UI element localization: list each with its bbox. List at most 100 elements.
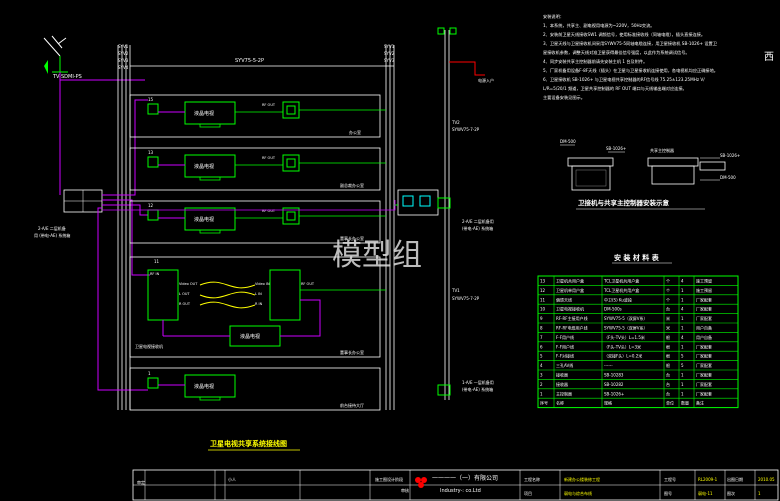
r-in-label: R IN: [255, 302, 263, 306]
materials-cell: 4: [540, 363, 543, 368]
power-label: 电源入户: [478, 77, 494, 83]
materials-cell: 个: [666, 297, 670, 302]
materials-footer-cell: 规格: [604, 400, 612, 406]
materials-cell: 厂家配套: [696, 353, 712, 359]
materials-cell: 6: [540, 344, 543, 349]
rf-out-label: RF OUT: [262, 103, 276, 107]
outlet-number: 12: [148, 203, 154, 208]
materials-cell: SB-10283: [604, 373, 624, 378]
materials-cell: RF-RF电缆用户线: [556, 325, 588, 331]
bus-label-4: SYV4: [118, 65, 129, 70]
materials-cell: ------: [604, 363, 613, 368]
install-label: DM-500: [560, 139, 576, 144]
tv-label: 液晶电视: [194, 383, 214, 390]
rf-in-label: RF IN: [150, 272, 160, 276]
tb-person: 小人: [228, 476, 236, 482]
materials-cell: 卫星机共用户盒: [556, 278, 584, 284]
video-out-label: Video OUT: [179, 282, 198, 286]
materials-cell: DM-500s: [604, 307, 622, 312]
tb-project-label: 工程名称: [524, 476, 540, 482]
install-notes: 安装说明： 1、本系统，共享主、副电视用电源为~220V，50Hz交流。 2、安…: [543, 13, 718, 101]
note-line: 1、本系统，共享主、副电视用电源为~220V，50Hz交流。: [543, 22, 654, 29]
materials-cell: 4: [681, 279, 684, 284]
materials-title: 安 装 材 料 表: [614, 253, 660, 262]
l-in-label: L IN: [255, 292, 262, 296]
materials-footer-cell: 单位: [666, 400, 674, 406]
materials-cell: 1: [681, 297, 684, 302]
trunk-cable-label: SYV75-5-2P: [235, 58, 264, 64]
rbus-label-3: SYV3: [384, 58, 395, 63]
materials-cell: SYWV75-5（双屏V系）: [604, 325, 648, 331]
materials-cell: 7: [540, 335, 543, 340]
materials-cell: 4: [681, 335, 684, 340]
materials-cell: 厂家配套: [696, 343, 712, 349]
install-label: DM-500: [720, 175, 736, 180]
tb-scale: 1: [758, 491, 761, 496]
materials-cell: SYWV75-5（双屏V系）: [604, 315, 648, 321]
diagram-title: 卫星电视共享系统接线图: [210, 439, 287, 448]
note-line: L/R=5/20/1 频道，卫星共享控制器的 RF OUT 端口与天线输出端对应…: [543, 85, 687, 92]
materials-cell: 用户自备: [696, 325, 712, 331]
materials-cell: 卫星机单用户盒: [556, 287, 584, 293]
trunk-bus: [117, 45, 395, 410]
materials-cell: 三孔AV线: [556, 362, 573, 368]
materials-cell: 9: [540, 316, 543, 321]
materials-cell: 11: [540, 297, 546, 302]
tv-label: 液晶电视: [194, 110, 214, 117]
tb-review: 审核: [401, 487, 409, 493]
materials-cell: 1: [681, 316, 684, 321]
outlet-number: 1: [148, 371, 151, 376]
tb-approve: 审定: [137, 479, 145, 485]
materials-cell: 厂家配套: [696, 306, 712, 312]
materials-cell: 用户自备: [696, 334, 712, 340]
rbus-label-2: SYV2: [384, 51, 395, 56]
receiver-room-label: 卫星电视接收机: [135, 343, 163, 349]
materials-cell: 中卫(S) Ku波段: [604, 296, 632, 302]
tb-stage: 施工图设计阶段: [375, 476, 403, 482]
materials-cell: TCL卫星机共用户盒: [603, 287, 639, 293]
materials-cell: 2: [540, 382, 543, 387]
floor-12-box: 液晶电视 12 RF OUT 董事长办公室: [129, 200, 386, 244]
tb-drawing: 弱电与综合布线: [564, 490, 592, 496]
materials-cell: 1: [681, 326, 684, 331]
tv-label: 液晶电视: [240, 333, 260, 340]
cable-tv2-label: SYWV75-7-2P: [452, 127, 480, 132]
tb-project: 新建办公楼装修工程: [564, 476, 600, 482]
tb-drawing-label: 项目: [524, 490, 532, 496]
note-line: 星接收机参数，调整天线对准卫星获得最佳信号强度，以此作为系统调试信号。: [543, 49, 690, 56]
materials-cell: 10: [540, 307, 546, 312]
video-in-label: Video IN: [255, 282, 270, 286]
materials-footer-cell: 序号: [540, 400, 548, 406]
left-side-note-1: 2-A/E 二层机备: [38, 225, 66, 231]
materials-footer-cell: 数量: [681, 400, 689, 406]
right-top-box-label-1: 2-A/E 二层机备用: [462, 218, 494, 224]
materials-cell: （F头-TV头）L=1.5米: [604, 334, 645, 340]
note-line: 主要设备安装见图示。: [543, 94, 585, 101]
corner-fragment: 西: [764, 52, 774, 63]
materials-cell: 米: [666, 315, 670, 321]
room-label: 前台接待大厅: [340, 402, 364, 408]
tb-no-label: 工程号: [664, 476, 676, 482]
materials-cell: 台: [666, 306, 670, 312]
materials-cell: 主控制器: [556, 390, 572, 396]
materials-cell: SB-1026+: [604, 391, 624, 396]
tb-no: RL2009-1: [698, 477, 718, 482]
materials-cell: 3: [540, 373, 543, 378]
materials-cell: 5: [681, 363, 684, 368]
right-top-box-label-2: (带电-AE) 系统箱: [462, 225, 493, 231]
materials-cell: 偏馈天线: [556, 296, 572, 302]
materials-cell: RF-RF主接用户线: [556, 315, 588, 321]
materials-cell: 5: [681, 354, 684, 359]
note-line: 2、安装前卫星天线接收SW1 调频信号，使用标准接收线（同轴电缆），插头直接连接…: [543, 31, 705, 38]
materials-footer-cell: 名称: [556, 400, 564, 406]
outlet-number: 13: [148, 150, 154, 155]
materials-cell: 施工预留: [696, 287, 712, 293]
rf-out-label-2: RF OUT: [301, 282, 315, 286]
cable-tv1-label: SYWV75-7-2P: [452, 296, 480, 301]
materials-cell: 12: [540, 288, 546, 293]
notes-title: 安装说明：: [543, 13, 564, 20]
install-title: 卫接机与共享主控制器安装示意: [578, 198, 670, 207]
tb-company: 一一一一（一）有限公司: [432, 474, 498, 482]
materials-footer-cell: 备注: [696, 400, 704, 406]
materials-cell: 13: [540, 279, 546, 284]
